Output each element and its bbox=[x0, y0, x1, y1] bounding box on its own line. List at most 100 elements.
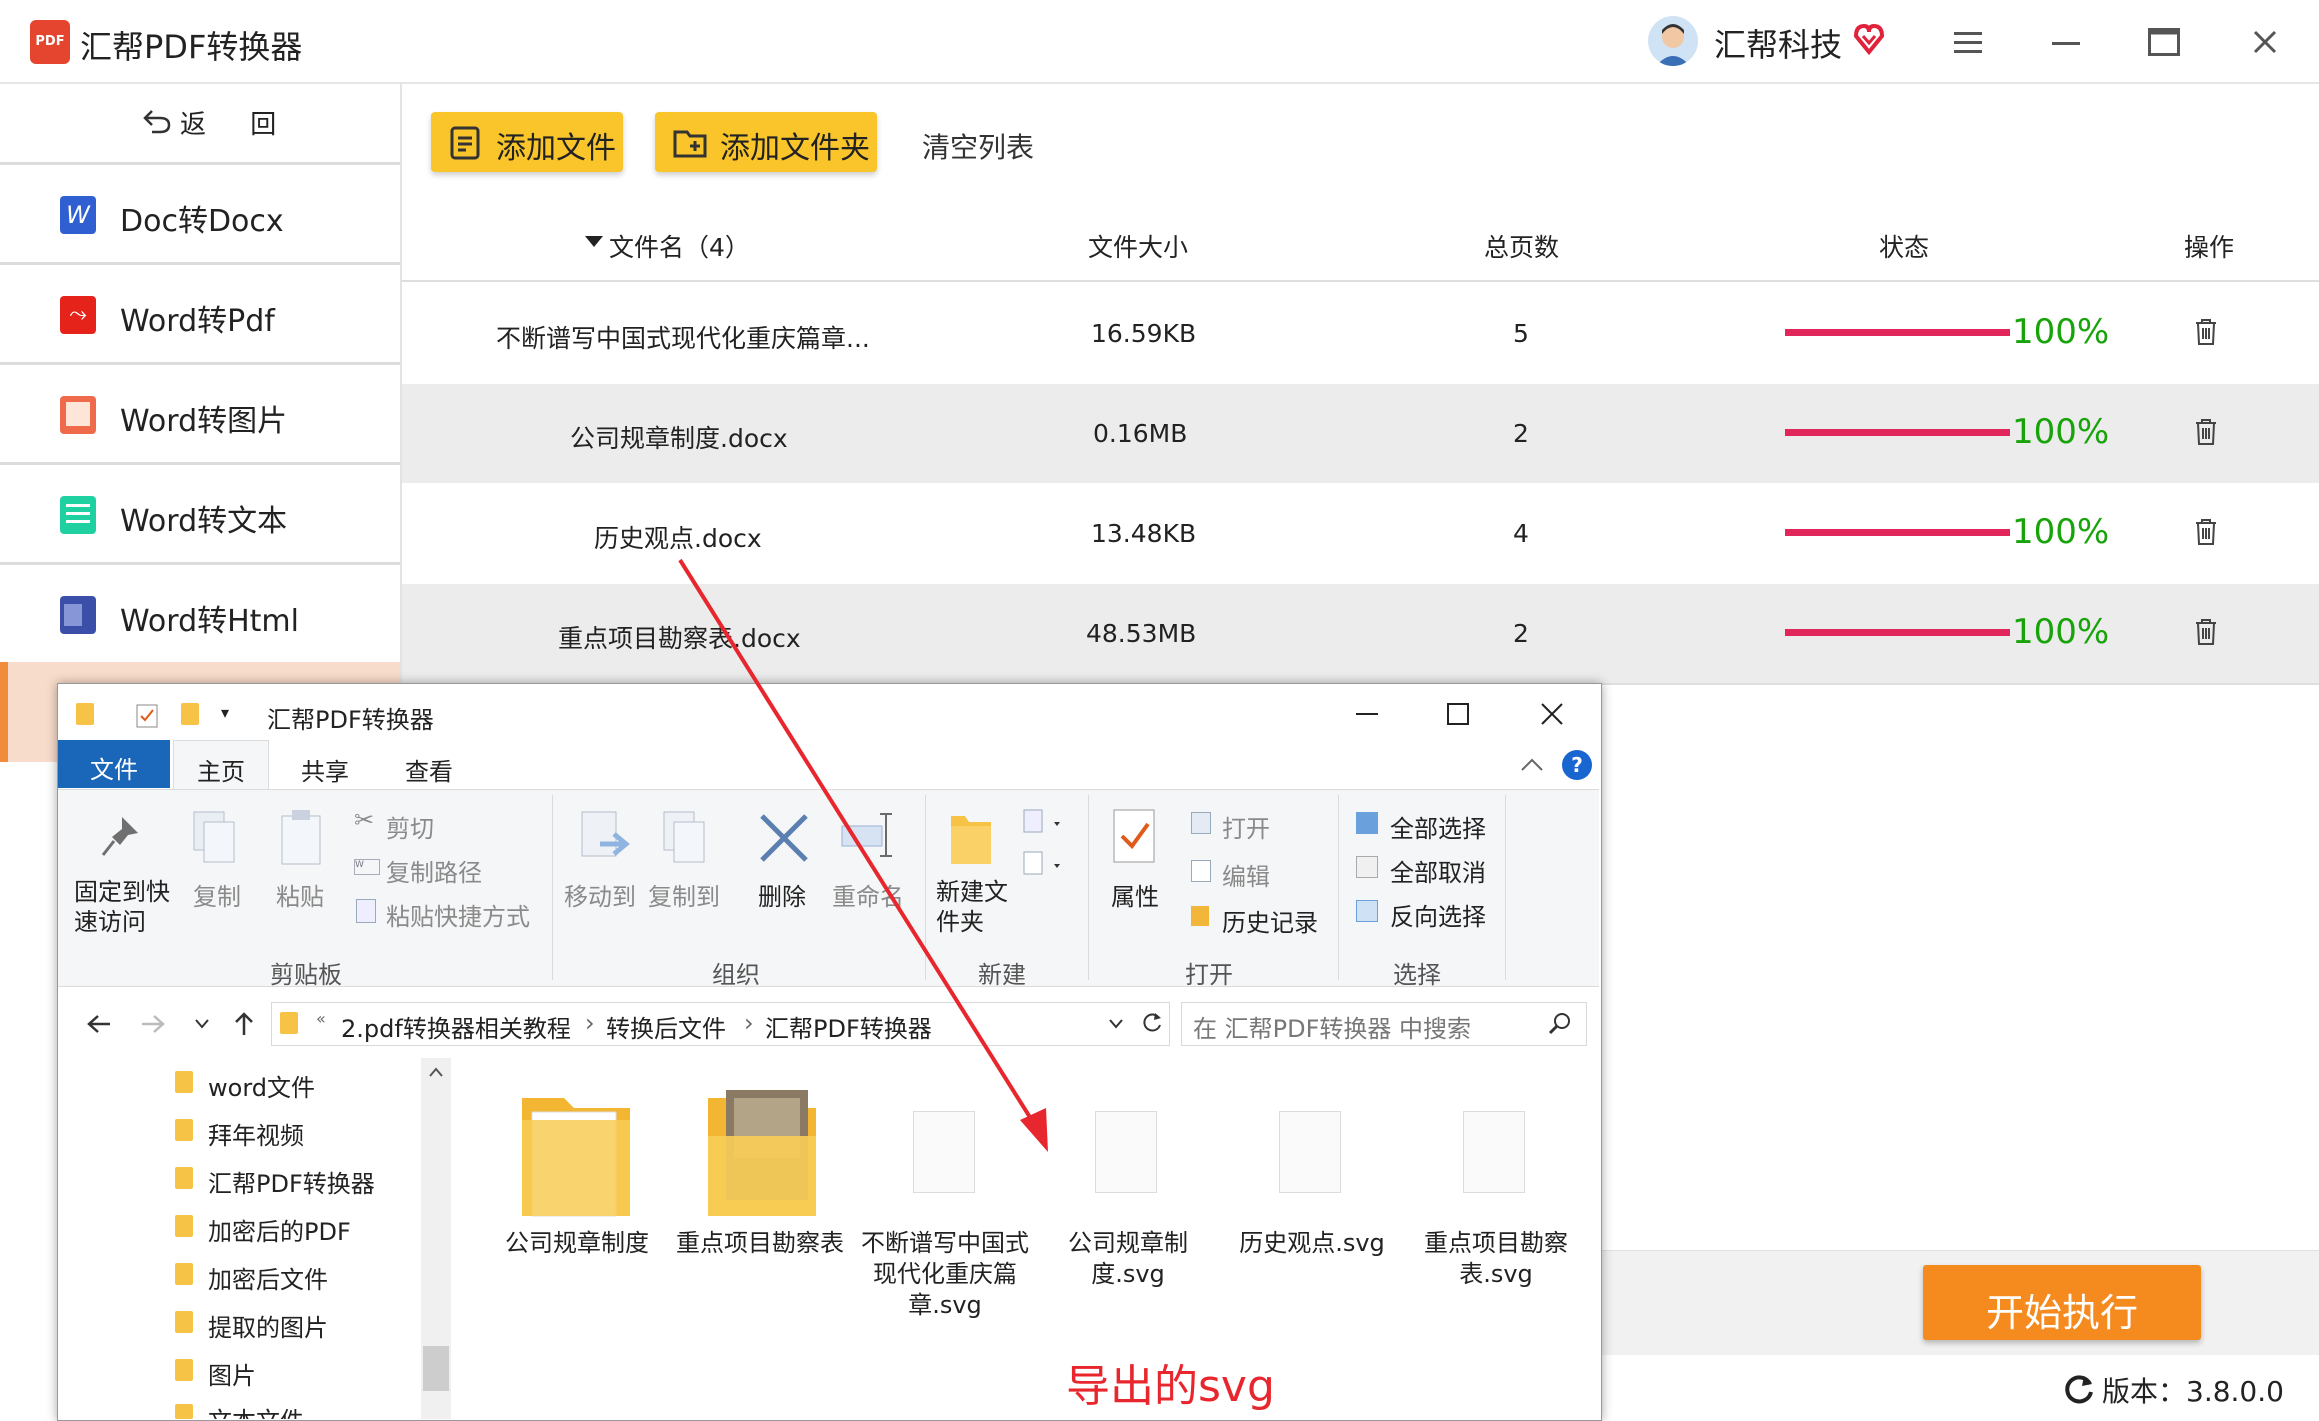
delete-icon[interactable] bbox=[2194, 518, 2218, 546]
nav-scroll-thumb[interactable] bbox=[423, 1346, 449, 1391]
search-icon[interactable] bbox=[1548, 1012, 1572, 1036]
nav-item[interactable]: 图片 bbox=[208, 1356, 256, 1391]
delete-button[interactable]: 删除 bbox=[758, 877, 806, 912]
help-icon[interactable]: ? bbox=[1562, 750, 1592, 780]
scroll-up-icon[interactable] bbox=[428, 1066, 444, 1078]
file-item-svg[interactable] bbox=[1236, 1076, 1386, 1226]
file-item-svg[interactable] bbox=[1420, 1076, 1570, 1226]
sort-desc-icon[interactable] bbox=[585, 236, 603, 248]
new-folder-quick-icon[interactable] bbox=[181, 703, 199, 725]
copy-to-icon bbox=[663, 811, 705, 863]
address-dropdown-icon[interactable] bbox=[1108, 1018, 1124, 1030]
tab-view[interactable]: 查看 bbox=[405, 752, 453, 787]
refresh-icon[interactable] bbox=[2062, 1372, 2096, 1404]
page-count: 4 bbox=[1513, 519, 1529, 548]
refresh-address-icon[interactable] bbox=[1140, 1011, 1164, 1035]
group-separator bbox=[1505, 795, 1506, 980]
tab-share[interactable]: 共享 bbox=[301, 752, 349, 787]
back-label: 返 回 bbox=[180, 110, 295, 140]
file-name: 重点项目勘察表.docx bbox=[558, 624, 801, 653]
progress-percent: 100% bbox=[2012, 412, 2110, 452]
properties-check-icon[interactable] bbox=[136, 702, 158, 728]
user-avatar-icon bbox=[1656, 24, 1690, 66]
column-header-name[interactable]: 文件名（4） bbox=[609, 228, 750, 264]
quick-access-dropdown-icon[interactable]: ▾ bbox=[221, 703, 229, 722]
app-logo-text: PDF bbox=[35, 34, 65, 49]
open-button[interactable]: 打开 bbox=[1222, 809, 1270, 844]
nav-item[interactable]: word文件 bbox=[208, 1068, 315, 1103]
delete-icon[interactable] bbox=[2194, 318, 2218, 346]
breadcrumb-1[interactable]: 2.pdf转换器相关教程 bbox=[341, 1009, 571, 1044]
folder-icon bbox=[175, 1404, 193, 1419]
nav-item[interactable]: 文本文件 bbox=[208, 1401, 304, 1419]
file-name-label: 公司规章制度.svg bbox=[1068, 1229, 1188, 1288]
new-item-icon[interactable] bbox=[1022, 808, 1066, 838]
explorer-close-icon[interactable] bbox=[1541, 703, 1563, 725]
delete-icon[interactable] bbox=[2194, 618, 2218, 646]
history-icon bbox=[1191, 906, 1209, 926]
up-nav-icon[interactable] bbox=[234, 1011, 254, 1037]
move-to-button[interactable]: 移动到 bbox=[564, 877, 636, 912]
menu-icon[interactable] bbox=[1954, 32, 1982, 54]
back-nav-icon[interactable] bbox=[86, 1014, 112, 1034]
clear-list-button[interactable]: 清空列表 bbox=[922, 126, 1034, 166]
image-icon bbox=[60, 396, 96, 434]
export-caption: 导出的svg bbox=[1066, 1361, 1275, 1412]
forward-nav-icon[interactable] bbox=[140, 1014, 166, 1034]
rename-button[interactable]: 重命名 bbox=[832, 877, 904, 912]
pin-quick-access-button[interactable]: 固定到快速访问 bbox=[74, 877, 174, 937]
select-all-button[interactable]: 全部选择 bbox=[1390, 809, 1486, 844]
group-label-organize: 组织 bbox=[712, 961, 760, 989]
paste-shortcut-button[interactable]: 粘贴快捷方式 bbox=[386, 897, 530, 932]
file-item-folder[interactable] bbox=[688, 1076, 838, 1226]
group-separator bbox=[1088, 795, 1089, 980]
explorer-maximize-icon[interactable] bbox=[1447, 703, 1469, 725]
select-all-icon bbox=[1356, 812, 1378, 834]
invert-selection-button[interactable]: 反向选择 bbox=[1390, 897, 1486, 932]
copy-button[interactable]: 复制 bbox=[193, 877, 241, 912]
edit-button[interactable]: 编辑 bbox=[1222, 857, 1270, 892]
delete-icon[interactable] bbox=[2194, 418, 2218, 446]
breadcrumb-3[interactable]: 汇帮PDF转换器 bbox=[765, 1009, 932, 1044]
new-folder-button[interactable]: 新建文件夹 bbox=[936, 877, 1008, 937]
maximize-icon[interactable] bbox=[2148, 28, 2180, 56]
sidebar-item-label: Word转文本 bbox=[120, 504, 288, 539]
properties-button[interactable]: 属性 bbox=[1111, 877, 1159, 912]
collapse-ribbon-icon[interactable] bbox=[1520, 758, 1544, 772]
column-header-status: 状态 bbox=[1879, 233, 1930, 262]
file-item-svg[interactable] bbox=[870, 1076, 1020, 1226]
progress-bar bbox=[1785, 529, 2010, 536]
easy-access-icon[interactable] bbox=[1022, 850, 1066, 880]
sidebar-item-label: Doc转Docx bbox=[120, 204, 284, 239]
file-item-folder[interactable] bbox=[502, 1076, 652, 1226]
copy-path-button[interactable]: 复制路径 bbox=[386, 853, 482, 888]
explorer-minimize-icon[interactable] bbox=[1356, 713, 1378, 716]
history-button[interactable]: 历史记录 bbox=[1222, 903, 1318, 938]
delete-x-icon bbox=[760, 814, 808, 862]
sidebar-item-label: Word转图片 bbox=[120, 404, 288, 439]
avatar[interactable] bbox=[1648, 16, 1698, 66]
quick-folder-icon[interactable] bbox=[76, 703, 94, 725]
minimize-icon[interactable] bbox=[2052, 42, 2080, 46]
move-to-icon bbox=[581, 811, 630, 857]
paste-button[interactable]: 粘贴 bbox=[276, 877, 324, 912]
folder-icon bbox=[175, 1167, 193, 1189]
vip-heart-icon[interactable] bbox=[1852, 22, 1886, 56]
address-overflow-icon[interactable]: « bbox=[316, 1009, 326, 1028]
open-icon bbox=[1191, 812, 1211, 834]
close-icon[interactable] bbox=[2253, 30, 2277, 54]
breadcrumb-2[interactable]: 转换后文件 bbox=[606, 1009, 726, 1044]
nav-item[interactable]: 拜年视频 bbox=[208, 1116, 304, 1151]
nav-item[interactable]: 提取的图片 bbox=[208, 1308, 328, 1343]
add-file-label: 添加文件 bbox=[496, 131, 616, 166]
header-divider bbox=[402, 280, 2319, 282]
nav-item[interactable]: 加密后文件 bbox=[208, 1260, 328, 1295]
file-item-svg[interactable] bbox=[1052, 1076, 1202, 1226]
nav-item[interactable]: 加密后的PDF bbox=[208, 1212, 351, 1247]
recent-locations-icon[interactable] bbox=[194, 1018, 210, 1030]
folder-icon bbox=[175, 1119, 193, 1141]
copy-to-button[interactable]: 复制到 bbox=[648, 877, 720, 912]
nav-item[interactable]: 汇帮PDF转换器 bbox=[208, 1164, 375, 1199]
cut-button[interactable]: 剪切 bbox=[386, 809, 434, 844]
select-none-button[interactable]: 全部取消 bbox=[1390, 853, 1486, 888]
